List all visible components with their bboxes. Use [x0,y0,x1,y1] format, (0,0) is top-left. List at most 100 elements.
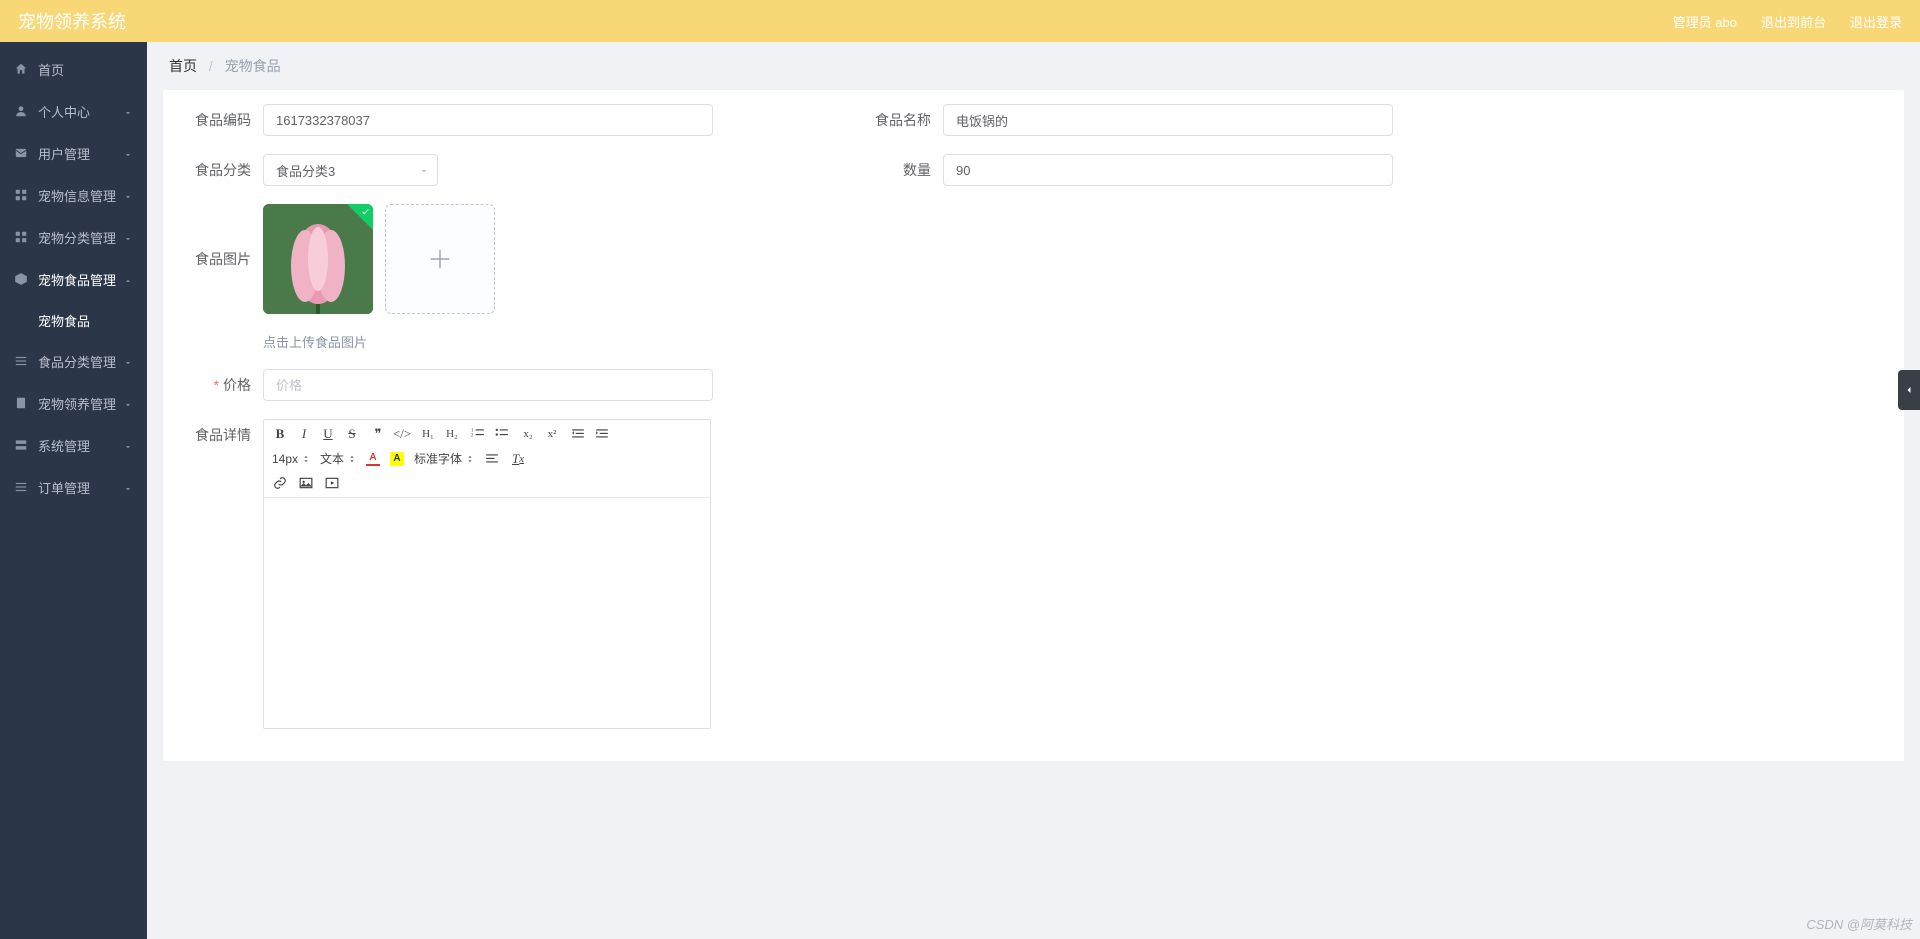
fontsize-select[interactable]: 14px [272,452,310,466]
code-button[interactable]: </> [394,426,410,442]
sidebar-item-home[interactable]: 首页 [0,48,147,90]
sidebar-item-users[interactable]: 用户管理 [0,132,147,174]
food-category-select[interactable] [263,154,438,186]
breadcrumb-current: 宠物食品 [225,58,281,74]
italic-button[interactable]: I [296,426,312,442]
indent-button[interactable] [594,426,610,442]
food-image-label: 食品图片 [173,204,263,314]
chevron-down-icon [123,440,133,450]
block-select[interactable]: 文本 [320,450,356,467]
sidebar: 首页 个人中心 用户管理 宠物信息管理 宠物分类管理 宠物食品管理 [0,42,147,939]
detail-label: 食品详情 [173,419,263,451]
ordered-list-button[interactable]: 12 [470,426,486,442]
food-name-label: 食品名称 [853,104,943,136]
top-bar: 宠物领养系统 管理员 abo 退出到前台 退出登录 [0,0,1920,42]
link-button[interactable] [272,475,288,491]
food-code-label: 食品编码 [173,104,263,136]
breadcrumb-sep: / [209,58,213,74]
sidebar-item-label: 宠物分类管理 [38,228,116,247]
sidebar-item-label: 用户管理 [38,144,90,163]
align-button[interactable] [484,451,500,467]
grid-icon [14,230,28,244]
sidebar-item-food-category[interactable]: 食品分类管理 [0,340,147,382]
editor-body[interactable] [264,498,710,728]
food-category-label: 食品分类 [173,154,263,186]
app-title: 宠物领养系统 [18,8,126,34]
exit-to-front-link[interactable]: 退出到前台 [1761,12,1826,31]
chevron-down-icon [123,356,133,366]
rich-text-editor: B I U S ❞ </> H₁ [263,419,711,729]
watermark: CSDN @阿莫科技 [1806,914,1912,933]
home-icon [14,62,28,76]
food-category-value[interactable] [263,154,438,186]
qty-input[interactable] [943,154,1393,186]
sidebar-item-system[interactable]: 系统管理 [0,424,147,466]
plus-icon [426,245,454,273]
chevron-down-icon [123,148,133,158]
sidebar-item-profile[interactable]: 个人中心 [0,90,147,132]
upload-success-badge [347,204,373,230]
chevron-up-icon [123,274,133,284]
clear-format-button[interactable]: Tx [510,451,526,467]
video-button[interactable] [324,475,340,491]
bg-color-button[interactable]: A [390,452,404,466]
mail-icon [14,146,28,160]
sidebar-item-pet-info[interactable]: 宠物信息管理 [0,174,147,216]
price-input[interactable] [263,369,713,401]
upload-add-button[interactable] [385,204,495,314]
food-name-input[interactable] [943,104,1393,136]
chevron-down-icon [418,164,430,176]
superscript-button[interactable]: x² [544,426,560,442]
price-label: *价格 [173,369,263,401]
outdent-button[interactable] [570,426,586,442]
h1-button[interactable]: H₁ [420,426,436,442]
sidebar-item-label: 系统管理 [38,436,90,455]
sidebar-item-label: 宠物食品管理 [38,270,116,289]
main-content: 首页 / 宠物食品 食品编码 食品名称 食品分类 [147,42,1920,939]
fontfamily-select[interactable]: 标准字体 [414,450,474,467]
sidebar-item-label: 订单管理 [38,478,90,497]
chevron-down-icon [123,190,133,200]
grid-icon [14,188,28,202]
sidebar-subitem-label: 宠物食品 [38,311,90,330]
underline-button[interactable]: U [320,426,336,442]
side-collapse-button[interactable] [1898,370,1920,410]
breadcrumb: 首页 / 宠物食品 [147,42,1920,90]
list-icon [14,354,28,368]
chevron-left-icon [1903,384,1915,396]
h2-button[interactable]: H₂ [444,426,460,442]
sidebar-item-orders[interactable]: 订单管理 [0,466,147,508]
box-icon [14,272,28,286]
sidebar-subitem-pet-food[interactable]: 宠物食品 [0,300,147,340]
sidebar-item-label: 首页 [38,60,64,79]
chevron-down-icon [123,232,133,242]
list-icon [14,480,28,494]
quote-button[interactable]: ❞ [370,426,386,442]
breadcrumb-home[interactable]: 首页 [169,58,197,74]
subscript-button[interactable]: x₂ [520,426,536,442]
doc-icon [14,396,28,410]
image-button[interactable] [298,475,314,491]
user-icon [14,104,28,118]
upload-hint: 点击上传食品图片 [263,332,853,351]
admin-user-link[interactable]: 管理员 abo [1673,12,1737,31]
chevron-down-icon [123,398,133,408]
form-card: 食品编码 食品名称 食品分类 [163,90,1904,761]
food-code-input[interactable] [263,104,713,136]
sidebar-item-label: 食品分类管理 [38,352,116,371]
qty-label: 数量 [853,154,943,186]
sidebar-item-pet-category[interactable]: 宠物分类管理 [0,216,147,258]
chevron-down-icon [123,106,133,116]
sidebar-item-adoption[interactable]: 宠物领养管理 [0,382,147,424]
strike-button[interactable]: S [344,426,360,442]
uploaded-image-thumb[interactable] [263,204,373,314]
chevron-down-icon [123,482,133,492]
server-icon [14,438,28,452]
logout-link[interactable]: 退出登录 [1850,12,1902,31]
unordered-list-button[interactable] [494,426,510,442]
sidebar-item-pet-food[interactable]: 宠物食品管理 [0,258,147,300]
sidebar-item-label: 个人中心 [38,102,90,121]
sidebar-item-label: 宠物领养管理 [38,394,116,413]
text-color-button[interactable]: A [366,452,380,466]
bold-button[interactable]: B [272,426,288,442]
